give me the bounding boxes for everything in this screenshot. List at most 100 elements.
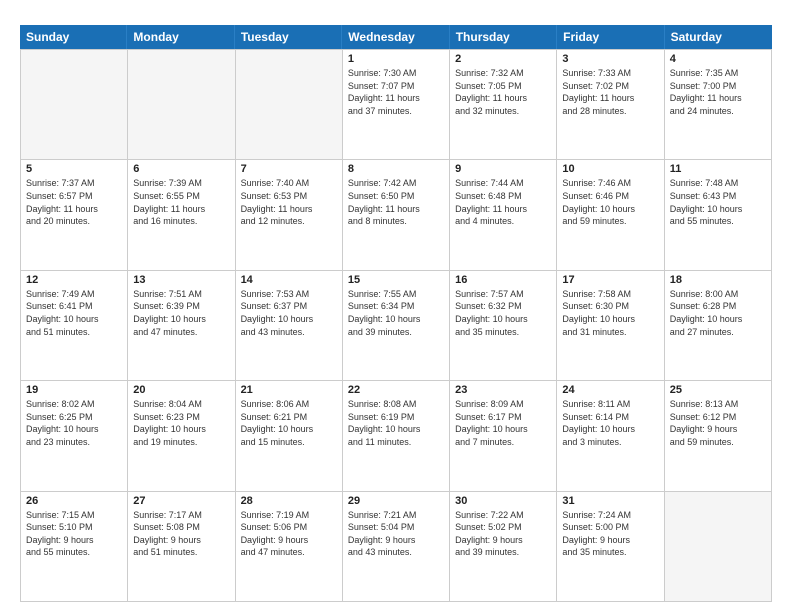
weekday-header-saturday: Saturday xyxy=(665,25,772,49)
day-info: Sunrise: 8:02 AMSunset: 6:25 PMDaylight:… xyxy=(26,398,122,448)
day-number: 2 xyxy=(455,53,551,65)
day-info: Sunrise: 7:17 AMSunset: 5:08 PMDaylight:… xyxy=(133,509,229,559)
day-cell-14: 14 Sunrise: 7:53 AMSunset: 6:37 PMDayligh… xyxy=(236,271,343,380)
day-cell-24: 24 Sunrise: 8:11 AMSunset: 6:14 PMDayligh… xyxy=(557,381,664,490)
calendar-header: SundayMondayTuesdayWednesdayThursdayFrid… xyxy=(20,25,772,49)
weekday-header-sunday: Sunday xyxy=(20,25,127,49)
day-info: Sunrise: 8:04 AMSunset: 6:23 PMDaylight:… xyxy=(133,398,229,448)
day-number: 10 xyxy=(562,163,658,175)
day-number: 29 xyxy=(348,495,444,507)
day-cell-16: 16 Sunrise: 7:57 AMSunset: 6:32 PMDayligh… xyxy=(450,271,557,380)
day-number: 27 xyxy=(133,495,229,507)
day-number: 4 xyxy=(670,53,766,65)
day-number: 11 xyxy=(670,163,766,175)
day-cell-8: 8Sunrise: 7:42 AMSunset: 6:50 PMDaylight… xyxy=(343,160,450,269)
day-info: Sunrise: 8:08 AMSunset: 6:19 PMDaylight:… xyxy=(348,398,444,448)
day-cell-3: 3 Sunrise: 7:33 AMSunset: 7:02 PMDaylight… xyxy=(557,50,664,159)
day-info: Sunrise: 7:53 AMSunset: 6:37 PMDaylight:… xyxy=(241,288,337,338)
calendar-body: 1 Sunrise: 7:30 AMSunset: 7:07 PMDaylight… xyxy=(20,49,772,602)
day-cell-26: 26 Sunrise: 7:15 AMSunset: 5:10 PMDayligh… xyxy=(21,492,128,601)
day-cell-28: 28 Sunrise: 7:19 AMSunset: 5:06 PMDayligh… xyxy=(236,492,343,601)
day-info: Sunrise: 7:58 AMSunset: 6:30 PMDaylight:… xyxy=(562,288,658,338)
day-info: Sunrise: 7:24 AMSunset: 5:00 PMDaylight:… xyxy=(562,509,658,559)
day-info: Sunrise: 7:48 AMSunset: 6:43 PMDaylight:… xyxy=(670,177,766,227)
day-info: Sunrise: 8:00 AMSunset: 6:28 PMDaylight:… xyxy=(670,288,766,338)
day-cell-31: 31Sunrise: 7:24 AMSunset: 5:00 PMDayligh… xyxy=(557,492,664,601)
calendar-week-3: 12Sunrise: 7:49 AMSunset: 6:41 PMDayligh… xyxy=(20,271,772,381)
day-cell-23: 23 Sunrise: 8:09 AMSunset: 6:17 PMDayligh… xyxy=(450,381,557,490)
day-info: Sunrise: 7:32 AMSunset: 7:05 PMDaylight:… xyxy=(455,67,551,117)
empty-cell xyxy=(236,50,343,159)
day-info: Sunrise: 7:35 AMSunset: 7:00 PMDaylight:… xyxy=(670,67,766,117)
day-cell-22: 22Sunrise: 8:08 AMSunset: 6:19 PMDayligh… xyxy=(343,381,450,490)
day-number: 14 xyxy=(241,274,337,286)
day-number: 26 xyxy=(26,495,122,507)
day-number: 21 xyxy=(241,384,337,396)
day-number: 15 xyxy=(348,274,444,286)
day-cell-19: 19 Sunrise: 8:02 AMSunset: 6:25 PMDayligh… xyxy=(21,381,128,490)
day-info: Sunrise: 8:11 AMSunset: 6:14 PMDaylight:… xyxy=(562,398,658,448)
weekday-header-monday: Monday xyxy=(127,25,234,49)
weekday-header-friday: Friday xyxy=(557,25,664,49)
day-number: 16 xyxy=(455,274,551,286)
day-number: 18 xyxy=(670,274,766,286)
day-info: Sunrise: 7:15 AMSunset: 5:10 PMDaylight:… xyxy=(26,509,122,559)
day-number: 7 xyxy=(241,163,337,175)
day-number: 1 xyxy=(348,53,444,65)
calendar: SundayMondayTuesdayWednesdayThursdayFrid… xyxy=(20,25,772,602)
day-number: 20 xyxy=(133,384,229,396)
day-cell-27: 27 Sunrise: 7:17 AMSunset: 5:08 PMDayligh… xyxy=(128,492,235,601)
day-info: Sunrise: 8:09 AMSunset: 6:17 PMDaylight:… xyxy=(455,398,551,448)
day-info: Sunrise: 7:39 AMSunset: 6:55 PMDaylight:… xyxy=(133,177,229,227)
day-cell-25: 25 Sunrise: 8:13 AMSunset: 6:12 PMDayligh… xyxy=(665,381,772,490)
day-cell-15: 15 Sunrise: 7:55 AMSunset: 6:34 PMDayligh… xyxy=(343,271,450,380)
day-number: 6 xyxy=(133,163,229,175)
day-number: 23 xyxy=(455,384,551,396)
day-cell-17: 17Sunrise: 7:58 AMSunset: 6:30 PMDayligh… xyxy=(557,271,664,380)
day-info: Sunrise: 7:22 AMSunset: 5:02 PMDaylight:… xyxy=(455,509,551,559)
calendar-week-5: 26 Sunrise: 7:15 AMSunset: 5:10 PMDayligh… xyxy=(20,492,772,602)
day-info: Sunrise: 8:13 AMSunset: 6:12 PMDaylight:… xyxy=(670,398,766,448)
day-cell-6: 6 Sunrise: 7:39 AMSunset: 6:55 PMDaylight… xyxy=(128,160,235,269)
day-number: 30 xyxy=(455,495,551,507)
day-cell-13: 13 Sunrise: 7:51 AMSunset: 6:39 PMDayligh… xyxy=(128,271,235,380)
day-cell-7: 7Sunrise: 7:40 AMSunset: 6:53 PMDaylight… xyxy=(236,160,343,269)
day-number: 19 xyxy=(26,384,122,396)
day-number: 24 xyxy=(562,384,658,396)
day-cell-21: 21 Sunrise: 8:06 AMSunset: 6:21 PMDayligh… xyxy=(236,381,343,490)
day-number: 25 xyxy=(670,384,766,396)
day-info: Sunrise: 7:55 AMSunset: 6:34 PMDaylight:… xyxy=(348,288,444,338)
calendar-week-1: 1 Sunrise: 7:30 AMSunset: 7:07 PMDaylight… xyxy=(20,49,772,160)
empty-cell xyxy=(665,492,772,601)
day-info: Sunrise: 7:46 AMSunset: 6:46 PMDaylight:… xyxy=(562,177,658,227)
day-cell-9: 9Sunrise: 7:44 AMSunset: 6:48 PMDaylight… xyxy=(450,160,557,269)
day-number: 5 xyxy=(26,163,122,175)
day-info: Sunrise: 7:51 AMSunset: 6:39 PMDaylight:… xyxy=(133,288,229,338)
day-info: Sunrise: 7:37 AMSunset: 6:57 PMDaylight:… xyxy=(26,177,122,227)
day-number: 9 xyxy=(455,163,551,175)
day-cell-2: 2 Sunrise: 7:32 AMSunset: 7:05 PMDaylight… xyxy=(450,50,557,159)
day-info: Sunrise: 7:57 AMSunset: 6:32 PMDaylight:… xyxy=(455,288,551,338)
day-number: 13 xyxy=(133,274,229,286)
day-cell-18: 18 Sunrise: 8:00 AMSunset: 6:28 PMDayligh… xyxy=(665,271,772,380)
day-cell-10: 10 Sunrise: 7:46 AMSunset: 6:46 PMDayligh… xyxy=(557,160,664,269)
day-cell-4: 4 Sunrise: 7:35 AMSunset: 7:00 PMDaylight… xyxy=(665,50,772,159)
weekday-header-thursday: Thursday xyxy=(450,25,557,49)
calendar-week-4: 19 Sunrise: 8:02 AMSunset: 6:25 PMDayligh… xyxy=(20,381,772,491)
day-info: Sunrise: 8:06 AMSunset: 6:21 PMDaylight:… xyxy=(241,398,337,448)
calendar-week-2: 5 Sunrise: 7:37 AMSunset: 6:57 PMDaylight… xyxy=(20,160,772,270)
day-number: 3 xyxy=(562,53,658,65)
weekday-header-tuesday: Tuesday xyxy=(235,25,342,49)
day-number: 28 xyxy=(241,495,337,507)
day-info: Sunrise: 7:42 AMSunset: 6:50 PMDaylight:… xyxy=(348,177,444,227)
day-cell-11: 11 Sunrise: 7:48 AMSunset: 6:43 PMDayligh… xyxy=(665,160,772,269)
day-info: Sunrise: 7:30 AMSunset: 7:07 PMDaylight:… xyxy=(348,67,444,117)
empty-cell xyxy=(128,50,235,159)
day-cell-30: 30 Sunrise: 7:22 AMSunset: 5:02 PMDayligh… xyxy=(450,492,557,601)
day-info: Sunrise: 7:21 AMSunset: 5:04 PMDaylight:… xyxy=(348,509,444,559)
day-cell-29: 29 Sunrise: 7:21 AMSunset: 5:04 PMDayligh… xyxy=(343,492,450,601)
day-info: Sunrise: 7:19 AMSunset: 5:06 PMDaylight:… xyxy=(241,509,337,559)
day-info: Sunrise: 7:33 AMSunset: 7:02 PMDaylight:… xyxy=(562,67,658,117)
empty-cell xyxy=(21,50,128,159)
day-cell-5: 5 Sunrise: 7:37 AMSunset: 6:57 PMDaylight… xyxy=(21,160,128,269)
